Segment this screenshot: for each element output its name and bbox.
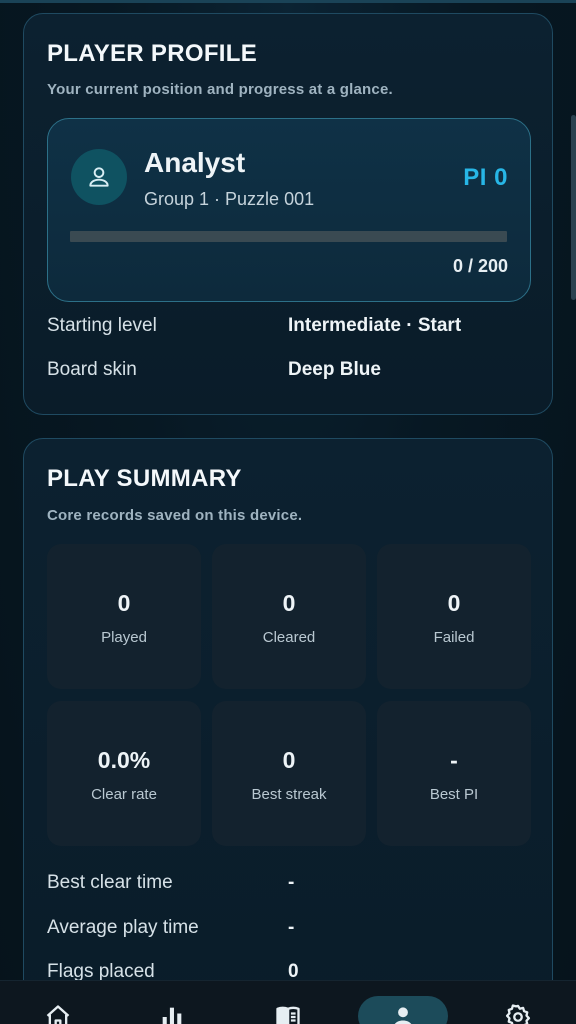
stat-label: Best streak bbox=[251, 786, 327, 803]
average-play-time-label: Average play time bbox=[47, 917, 199, 938]
player-summary-panel: Analyst Group 1 · Puzzle 001 PI 0 0 / 20… bbox=[47, 118, 531, 302]
best-clear-time-label: Best clear time bbox=[47, 872, 173, 893]
board-skin-value: Deep Blue bbox=[288, 359, 381, 380]
nav-profile[interactable] bbox=[358, 981, 448, 1024]
stat-played: 0 Played bbox=[47, 544, 201, 689]
stat-value: 0 bbox=[282, 747, 296, 773]
play-summary-card: PLAY SUMMARY Core records saved on this … bbox=[23, 438, 553, 980]
stat-value: 0 bbox=[117, 590, 131, 616]
bar-chart-icon bbox=[162, 1007, 182, 1024]
profile-screen: PLAYER PROFILE Your current position and… bbox=[0, 0, 576, 1024]
starting-level-label: Starting level bbox=[47, 315, 157, 336]
stat-best-streak: 0 Best streak bbox=[212, 701, 366, 846]
play-summary-subtitle: Core records saved on this device. bbox=[47, 507, 303, 524]
bottom-navigation bbox=[0, 980, 576, 1024]
stat-clear-rate: 0.0% Clear rate bbox=[47, 701, 201, 846]
stat-value: 0 bbox=[447, 590, 461, 616]
stat-value: 0 bbox=[282, 590, 296, 616]
flags-placed-value: 0 bbox=[288, 961, 299, 980]
stat-label: Clear rate bbox=[91, 786, 157, 803]
progress-bar bbox=[70, 231, 507, 242]
player-name: Analyst bbox=[144, 147, 246, 178]
flags-placed-label: Flags placed bbox=[47, 961, 155, 980]
stat-value: - bbox=[450, 747, 458, 773]
nav-settings[interactable] bbox=[473, 981, 563, 1024]
player-group-puzzle: Group 1 · Puzzle 001 bbox=[144, 189, 315, 209]
avatar bbox=[71, 149, 127, 205]
stat-failed: 0 Failed bbox=[377, 544, 531, 689]
stat-value: 0.0% bbox=[97, 747, 151, 773]
book-icon bbox=[276, 1006, 300, 1024]
person-icon bbox=[89, 167, 109, 187]
home-icon bbox=[46, 1005, 70, 1024]
stat-label: Failed bbox=[433, 629, 475, 646]
stat-cleared: 0 Cleared bbox=[212, 544, 366, 689]
average-play-time-value: - bbox=[288, 917, 295, 938]
stat-label: Best PI bbox=[429, 786, 479, 803]
player-profile-subtitle: Your current position and progress at a … bbox=[47, 81, 393, 98]
nav-stats[interactable] bbox=[127, 981, 217, 1024]
starting-level-value: Intermediate · Start bbox=[288, 315, 462, 336]
nav-home[interactable] bbox=[13, 981, 103, 1024]
play-summary-title: PLAY SUMMARY bbox=[47, 465, 242, 492]
player-profile-title: PLAYER PROFILE bbox=[47, 40, 258, 67]
nav-guide[interactable] bbox=[243, 981, 333, 1024]
scrollbar[interactable] bbox=[571, 115, 576, 300]
player-profile-card: PLAYER PROFILE Your current position and… bbox=[23, 13, 553, 415]
best-clear-time-value: - bbox=[288, 872, 295, 893]
player-pi: PI 0 bbox=[463, 164, 508, 191]
stat-label: Cleared bbox=[262, 629, 316, 646]
scroll-content[interactable]: PLAYER PROFILE Your current position and… bbox=[0, 0, 576, 980]
gear-icon bbox=[505, 1004, 531, 1024]
person-icon bbox=[394, 1007, 412, 1024]
stat-label: Played bbox=[101, 629, 147, 646]
board-skin-label: Board skin bbox=[47, 359, 137, 380]
stat-best-pi: - Best PI bbox=[377, 701, 531, 846]
progress-count: 0 / 200 bbox=[452, 256, 508, 276]
